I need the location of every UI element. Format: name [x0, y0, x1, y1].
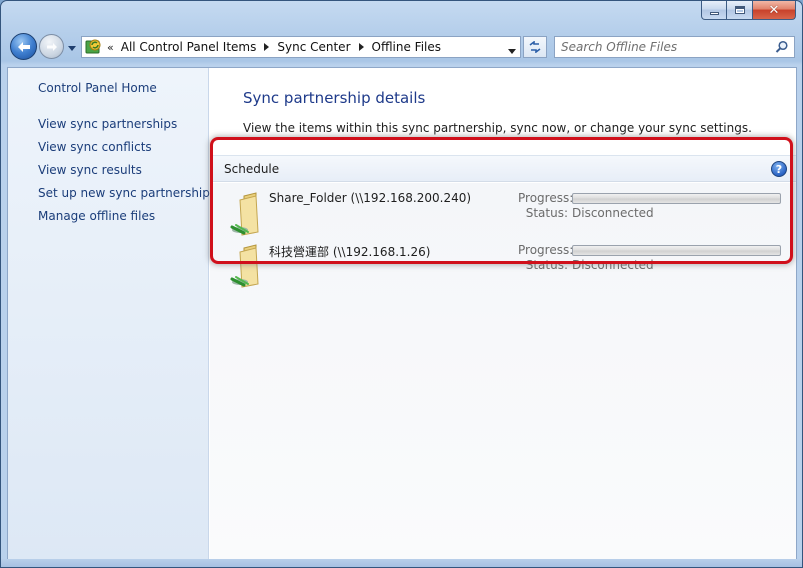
partnership-list: Share_Folder (\\192.168.200.240) Progres… [210, 183, 796, 560]
status-label: Status: [525, 206, 568, 220]
partnership-name: Share_Folder (\\192.168.200.240) [269, 191, 472, 205]
close-button[interactable]: ✕ [753, 1, 796, 20]
window-bottom-border [1, 559, 802, 567]
sidebar-link-view-sync-conflicts[interactable]: View sync conflicts [38, 140, 152, 154]
sidebar-link-view-sync-results[interactable]: View sync results [38, 163, 142, 177]
offline-folder-icon [230, 192, 259, 236]
chevron-right-icon[interactable] [264, 43, 270, 51]
status-value: Disconnected [572, 258, 654, 272]
search-input[interactable] [561, 40, 761, 54]
recent-pages-dropdown[interactable] [67, 43, 77, 53]
maximize-button[interactable] [727, 1, 753, 20]
progress-label: Progress: [518, 191, 574, 205]
chevron-right-icon[interactable] [358, 43, 364, 51]
schedule-button[interactable]: Schedule [224, 162, 279, 176]
refresh-icon [529, 41, 541, 53]
window: ✕ « All Control Panel Items Sync Center … [0, 0, 803, 568]
sidebar-link-set-up-new-sync-partnerships[interactable]: Set up new sync partnerships [38, 186, 216, 200]
forward-arrow-icon [46, 42, 57, 51]
minimize-button[interactable] [701, 1, 727, 20]
breadcrumb-all-control-panel-items[interactable]: All Control Panel Items [121, 40, 257, 54]
progress-bar [572, 245, 781, 256]
task-pane: Control Panel Home View sync partnership… [8, 68, 216, 560]
page-title: Sync partnership details [243, 89, 426, 107]
list-item-tech-ops-folder[interactable]: 科技營運部 (\\192.168.1.26) Progress: Status:… [222, 238, 782, 290]
chevron-down-icon [68, 45, 76, 51]
sidebar-link-control-panel-home[interactable]: Control Panel Home [38, 81, 157, 95]
minimize-icon [709, 11, 719, 15]
close-icon: ✕ [768, 2, 780, 18]
command-bar: Schedule ? [210, 155, 796, 182]
offline-folder-icon [230, 244, 259, 288]
sidebar-link-manage-offline-files[interactable]: Manage offline files [38, 209, 155, 223]
sidebar-link-view-sync-partnerships[interactable]: View sync partnerships [38, 117, 177, 131]
address-dropdown-icon[interactable] [508, 43, 516, 57]
maximize-icon [734, 6, 745, 14]
control-panel-icon [85, 38, 103, 56]
back-button[interactable] [10, 33, 37, 60]
help-icon[interactable]: ? [771, 161, 787, 177]
address-overflow-chevrons[interactable]: « [107, 41, 114, 54]
progress-label: Progress: [518, 243, 574, 257]
search-box[interactable] [554, 36, 795, 58]
progress-bar [572, 193, 781, 204]
back-arrow-icon [17, 41, 30, 52]
status-value: Disconnected [572, 206, 654, 220]
breadcrumb-sync-center[interactable]: Sync Center [277, 40, 350, 54]
page-description: View the items within this sync partners… [243, 121, 752, 135]
address-bar[interactable]: « All Control Panel Items Sync Center Of… [81, 36, 521, 58]
refresh-button[interactable] [523, 36, 547, 58]
list-item-share-folder[interactable]: Share_Folder (\\192.168.200.240) Progres… [222, 186, 782, 238]
main-pane: Sync partnership details View the items … [210, 68, 796, 560]
forward-button[interactable] [39, 34, 64, 59]
caption-buttons: ✕ [701, 1, 796, 20]
breadcrumb-offline-files[interactable]: Offline Files [372, 40, 442, 54]
search-icon[interactable] [775, 40, 789, 57]
client-area: Control Panel Home View sync partnership… [7, 67, 797, 561]
partnership-name: 科技營運部 (\\192.168.1.26) [269, 245, 431, 259]
status-label: Status: [525, 258, 568, 272]
